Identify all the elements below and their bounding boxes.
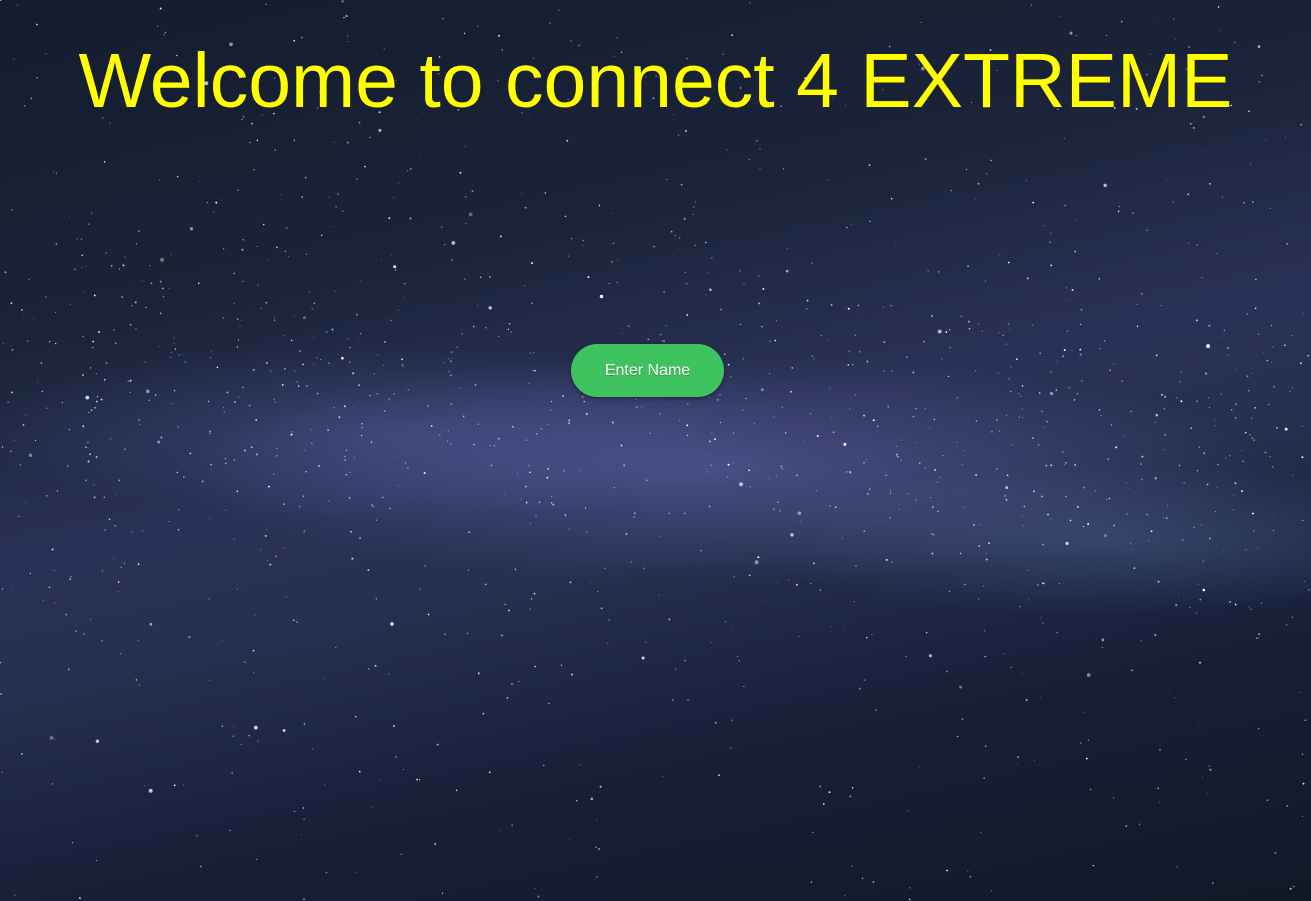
enter-name-button[interactable]: Enter Name [571,344,724,397]
page-title: Welcome to connect 4 EXTREME [78,38,1233,124]
starry-sky-background [0,0,1310,901]
